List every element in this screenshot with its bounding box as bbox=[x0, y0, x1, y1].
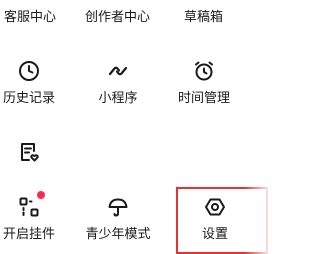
drafts-link[interactable]: 草稿箱 bbox=[184, 9, 223, 26]
time-management-label: 时间管理 bbox=[177, 91, 230, 106]
widget-icon bbox=[17, 191, 45, 219]
teen-mode-button[interactable]: 青少年模式 bbox=[78, 195, 158, 251]
right-edge-fade bbox=[244, 0, 268, 254]
creator-center-link[interactable]: 创作者中心 bbox=[85, 9, 150, 26]
history-label: 历史记录 bbox=[2, 91, 55, 106]
umbrella-icon bbox=[106, 195, 130, 219]
mini-program-label: 小程序 bbox=[98, 91, 138, 106]
top-shortcut-row: 客服中心 创作者中心 草稿箱 bbox=[0, 0, 268, 34]
history-button[interactable]: 历史记录 bbox=[0, 59, 69, 115]
clock-icon bbox=[17, 59, 41, 83]
customer-service-center-link[interactable]: 客服中心 bbox=[4, 9, 56, 26]
alarm-clock-icon bbox=[192, 59, 216, 83]
time-management-button[interactable]: 时间管理 bbox=[164, 59, 244, 115]
widget-button[interactable]: 开启挂件 bbox=[0, 191, 69, 251]
mini-program-icon bbox=[106, 59, 130, 83]
notification-badge bbox=[37, 191, 45, 199]
teen-mode-label: 青少年模式 bbox=[85, 227, 151, 242]
clipboard-heart-icon bbox=[17, 140, 41, 164]
widget-label: 开启挂件 bbox=[2, 227, 55, 242]
orders-button[interactable] bbox=[0, 140, 69, 196]
mini-program-button[interactable]: 小程序 bbox=[78, 59, 158, 115]
